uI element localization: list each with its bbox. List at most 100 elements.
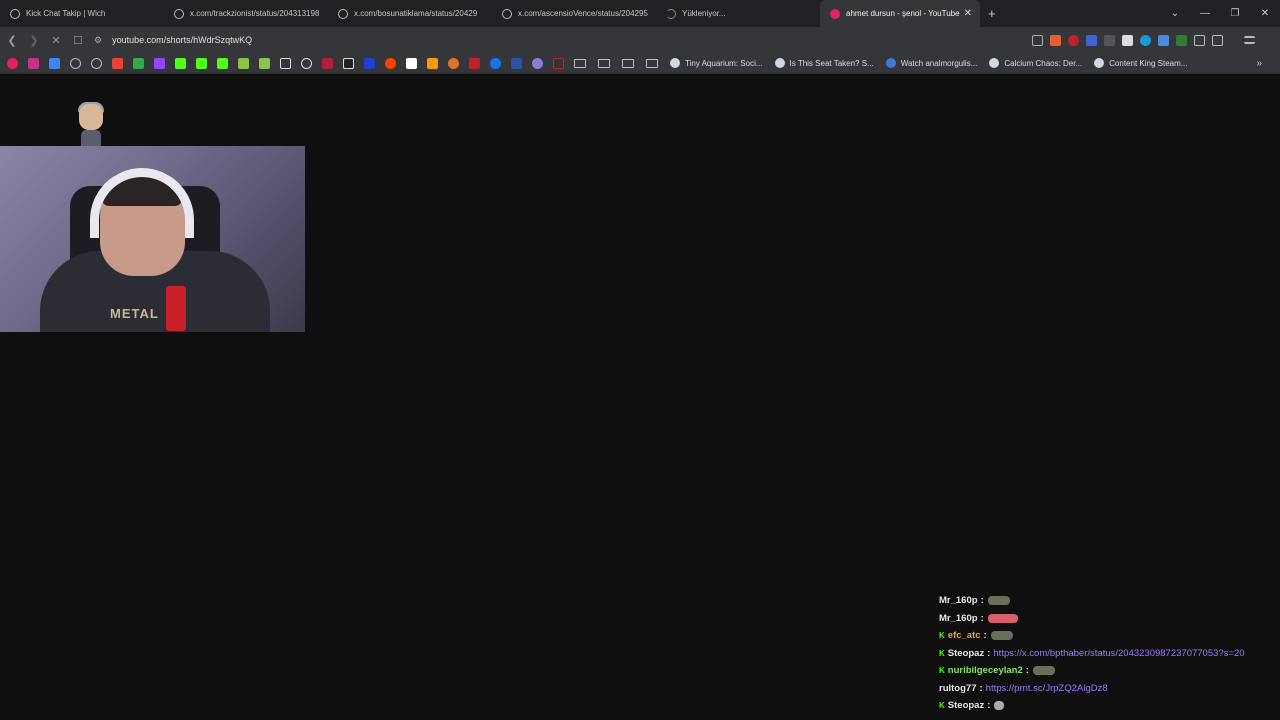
kick-badge-icon: K bbox=[939, 701, 945, 711]
steam-icon bbox=[774, 58, 785, 68]
bookmark-watch[interactable]: Watch analmorgulis... bbox=[885, 58, 978, 68]
extension-icon[interactable] bbox=[1158, 34, 1169, 46]
chat-username[interactable]: nuribilgeceylan2 bbox=[948, 665, 1023, 676]
chat-username[interactable]: Mr_160p bbox=[939, 613, 978, 624]
extension-icon[interactable] bbox=[1140, 34, 1151, 46]
bookmark-seat-taken[interactable]: Is This Seat Taken? S... bbox=[774, 58, 874, 68]
chat-username[interactable]: Mr_160p bbox=[939, 595, 978, 606]
bitcoin-icon[interactable] bbox=[448, 57, 459, 69]
extension-icon[interactable] bbox=[1122, 34, 1133, 46]
bookmark-icon[interactable]: ☐ bbox=[68, 34, 88, 47]
chat-username[interactable]: Steopaz bbox=[948, 648, 984, 659]
youtube-icon bbox=[830, 8, 840, 19]
extension-icon[interactable] bbox=[1176, 34, 1187, 46]
gmail-icon[interactable] bbox=[112, 57, 123, 69]
drive-icon[interactable] bbox=[133, 57, 144, 69]
emote-icon bbox=[987, 613, 1018, 623]
reddit-icon[interactable] bbox=[385, 57, 396, 69]
tab-x-ascensiovence[interactable]: x.com/ascensioVence/status/204295 bbox=[492, 0, 656, 27]
bookmark-calcium-chaos[interactable]: Calcium Chaos: Der... bbox=[989, 58, 1082, 68]
close-icon[interactable]: ✕ bbox=[964, 8, 972, 19]
bookmark-content-king[interactable]: Content King Steam... bbox=[1094, 58, 1187, 68]
extension-icons bbox=[1032, 34, 1255, 46]
youtube-icon[interactable] bbox=[7, 57, 18, 69]
share-icon[interactable] bbox=[1032, 34, 1043, 46]
chat-link[interactable]: https://x.com/bpthaber/status/2043230987… bbox=[993, 648, 1244, 659]
chat-message: Mr_160p: bbox=[939, 610, 1280, 628]
kick-icon[interactable] bbox=[175, 57, 186, 69]
extension-icon[interactable] bbox=[532, 57, 543, 69]
kick-icon[interactable] bbox=[217, 57, 228, 69]
extension-icon[interactable] bbox=[1086, 34, 1097, 46]
bookmark-label: Watch analmorgulis... bbox=[900, 58, 978, 68]
kick-icon[interactable] bbox=[196, 57, 207, 69]
tab-search-icon[interactable]: ⌄ bbox=[1160, 8, 1190, 19]
bookmark-label: Calcium Chaos: Der... bbox=[1004, 58, 1083, 68]
extension-icon[interactable] bbox=[553, 57, 564, 69]
restore-icon[interactable]: ❐ bbox=[1220, 8, 1250, 19]
bookmark-tiny-aquarium[interactable]: Tiny Aquarium: Soci... bbox=[670, 58, 763, 68]
loading-spinner-icon bbox=[666, 8, 676, 19]
forward-icon[interactable]: ❯ bbox=[24, 34, 44, 47]
globe-icon[interactable] bbox=[70, 57, 81, 69]
extension-icon[interactable] bbox=[1104, 34, 1115, 46]
back-icon[interactable]: ❮ bbox=[2, 34, 22, 47]
bookmark-label: Tiny Aquarium: Soci... bbox=[685, 58, 763, 68]
site-info-icon[interactable]: ⚙ bbox=[94, 35, 102, 46]
stop-loading-icon[interactable]: ✕ bbox=[46, 34, 66, 47]
chat-username[interactable]: Steopaz bbox=[948, 700, 984, 711]
menu-icon[interactable] bbox=[1244, 36, 1255, 44]
chat-message: K Steopaz: bbox=[939, 697, 1280, 715]
chat-link[interactable]: https://prnt.sc/JrpZQ2AlgDz8 bbox=[986, 683, 1108, 694]
anchor-icon[interactable] bbox=[280, 57, 291, 69]
kick-badge-icon: K bbox=[939, 666, 945, 676]
window-controls: ⌄ — ❐ ✕ bbox=[1160, 0, 1280, 27]
twitch-icon[interactable] bbox=[154, 57, 165, 69]
instagram-icon[interactable] bbox=[28, 57, 39, 69]
amazon-icon[interactable] bbox=[427, 57, 438, 69]
chat-username[interactable]: rultog77 bbox=[939, 683, 976, 694]
globe-icon[interactable] bbox=[91, 57, 102, 69]
chat-message: K Steopaz: https://x.com/bpthaber/status/2… bbox=[939, 645, 1280, 663]
page-content: METAL Mr_160p: Mr_160p: Kefc_atc: K Steopaz:… bbox=[0, 75, 1280, 720]
folder-icon[interactable] bbox=[646, 58, 658, 68]
folder-icon[interactable] bbox=[598, 58, 610, 68]
tab-title: ahmet dursun - şenol - YouTube bbox=[846, 9, 960, 18]
ublock-icon[interactable] bbox=[1068, 34, 1079, 46]
shirt-logo: METAL bbox=[110, 306, 159, 321]
x-icon[interactable] bbox=[343, 57, 354, 69]
play-icon[interactable] bbox=[490, 57, 501, 69]
translate-icon[interactable] bbox=[49, 57, 60, 69]
close-window-icon[interactable]: ✕ bbox=[1250, 8, 1280, 19]
tab-title: Yükleniyor... bbox=[682, 9, 726, 18]
steam-icon bbox=[1094, 58, 1105, 68]
url-text[interactable]: youtube.com/shorts/hWdrSzqtwKQ bbox=[112, 35, 252, 45]
extension-icon[interactable] bbox=[322, 57, 333, 69]
tab-x-bosunatiklama[interactable]: x.com/bosunatiklama/status/20429 bbox=[328, 0, 492, 27]
chevron-right-icon[interactable]: » bbox=[1256, 58, 1262, 69]
myanimelist-icon[interactable] bbox=[511, 57, 522, 69]
tab-x-trackzionist[interactable]: x.com/trackzionist/status/204313198 bbox=[164, 0, 328, 27]
patreon-icon[interactable] bbox=[406, 57, 417, 69]
puzzle-icon[interactable] bbox=[1194, 34, 1205, 46]
chat-username[interactable]: efc_atc bbox=[948, 630, 981, 641]
extension-icon[interactable] bbox=[259, 57, 270, 69]
sidebar-icon[interactable] bbox=[1212, 34, 1223, 46]
chat-list: Mr_160p: Mr_160p: Kefc_atc: K Steopaz: https:… bbox=[939, 592, 1280, 715]
minimize-icon[interactable]: — bbox=[1190, 8, 1220, 19]
kick-badge-icon: K bbox=[939, 631, 945, 641]
extension-icon[interactable] bbox=[301, 57, 312, 69]
folder-icon[interactable] bbox=[574, 58, 586, 68]
new-tab-button[interactable]: + bbox=[988, 6, 996, 21]
discord-icon[interactable] bbox=[364, 57, 375, 69]
tab-loading[interactable]: Yükleniyor... bbox=[656, 0, 820, 27]
omnibox[interactable]: ⚙ youtube.com/shorts/hWdrSzqtwKQ bbox=[94, 30, 1024, 50]
bookmark-label: Content King Steam... bbox=[1109, 58, 1188, 68]
bookmark-label: Is This Seat Taken? S... bbox=[789, 58, 874, 68]
extension-icon[interactable] bbox=[238, 57, 249, 69]
tab-kick-chat[interactable]: Kick Chat Takip | Wich bbox=[0, 0, 164, 27]
folder-icon[interactable] bbox=[622, 58, 634, 68]
tab-youtube-active[interactable]: ahmet dursun - şenol - YouTube ✕ bbox=[820, 0, 980, 27]
extension-icon[interactable] bbox=[469, 57, 480, 69]
brave-shield-icon[interactable] bbox=[1050, 34, 1061, 46]
